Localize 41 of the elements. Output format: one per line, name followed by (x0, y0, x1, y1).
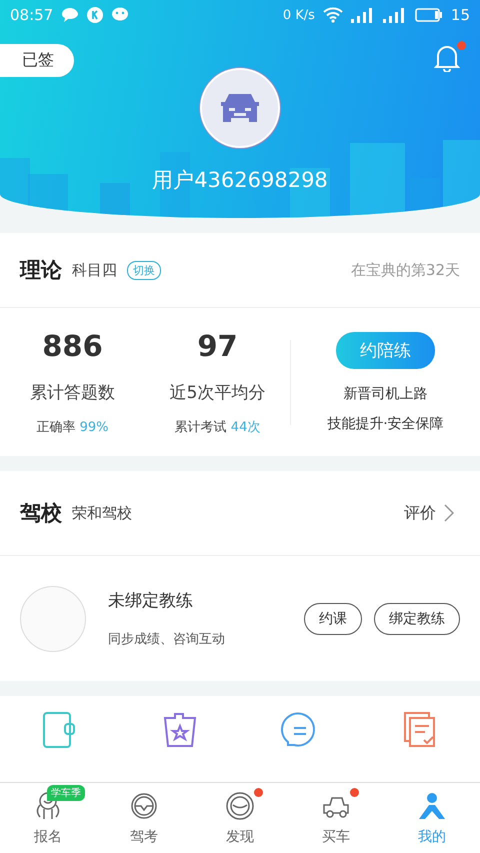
k-app-icon (87, 7, 104, 23)
stat-detail: 正确率 99% (36, 418, 109, 436)
steering-wheel-icon (129, 791, 159, 821)
wifi-icon (322, 7, 343, 23)
stat-value: 97 (197, 328, 238, 362)
bell-icon[interactable] (434, 44, 460, 72)
nav-tab[interactable]: 我的 (384, 783, 480, 853)
outline-button[interactable]: 绑定教练 (374, 602, 460, 634)
steering-wheel-icon (225, 791, 255, 821)
outline-button[interactable]: 约课 (304, 602, 362, 634)
network-speed: 0 K/s (282, 8, 315, 22)
battery-icon (414, 8, 443, 22)
promo-badge: 学车季 (47, 785, 85, 801)
coach-hint: 同步成绩、咨询互动 (108, 631, 225, 648)
section-title: 驾校 (20, 500, 62, 527)
stat-value: 886 (42, 328, 103, 362)
nav-tab[interactable]: 买车 (288, 783, 384, 853)
username: 用户4362698298 (151, 167, 329, 194)
promo-text: 新晋司机上路 (344, 384, 428, 402)
signed-in-button[interactable]: 已签 (0, 44, 74, 77)
rate-link[interactable]: 评价 (398, 502, 460, 524)
nav-tab[interactable]: 驾考 (96, 783, 192, 853)
days-label: 在宝典的第32天 (350, 260, 460, 280)
stat-label: 累计答题数 (30, 382, 115, 404)
stat-label: 近5次平均分 (170, 382, 266, 404)
chat-app-icon (111, 7, 130, 23)
signal-icon (382, 7, 407, 23)
promo-text: 技能提升·安全保障 (327, 414, 444, 432)
battery-level: 15 (450, 6, 470, 24)
signal-icon (350, 7, 375, 23)
section-title: 理论 (20, 257, 62, 284)
stat-detail: 累计考试 44次 (174, 418, 260, 436)
subject-label: 科目四 (72, 260, 117, 280)
chevron-right-icon (444, 504, 454, 522)
nav-tab[interactable]: 学车季 报名 (0, 783, 96, 853)
clock: 08:57 (10, 6, 54, 24)
nav-tab[interactable]: 发现 (192, 783, 288, 853)
person-icon (417, 791, 447, 821)
school-name: 荣和驾校 (72, 504, 132, 522)
message-icon (61, 7, 80, 23)
coach-status: 未绑定教练 (108, 590, 194, 612)
